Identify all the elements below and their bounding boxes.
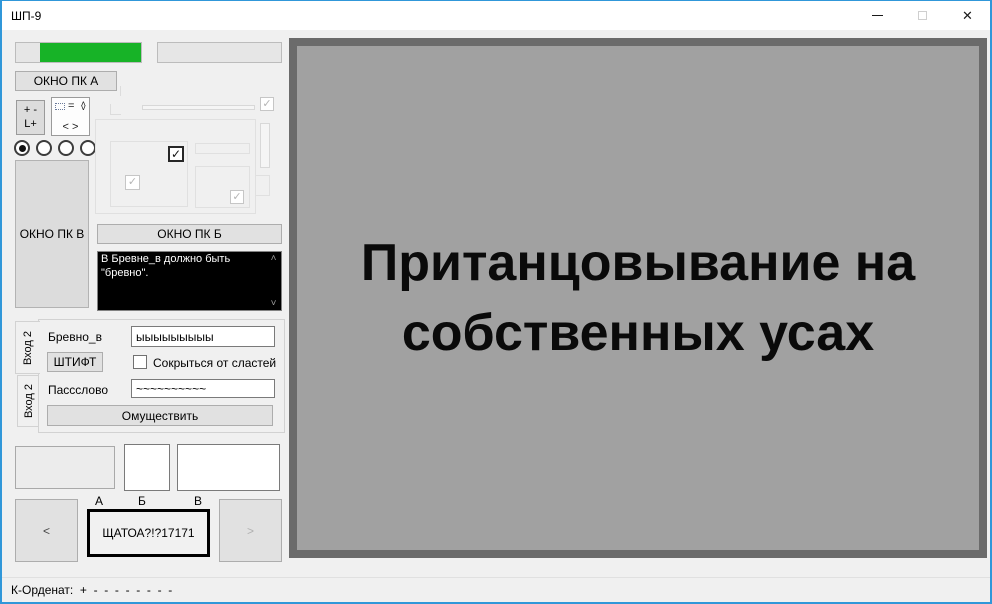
shtift-button[interactable]: ШТИФТ — [47, 352, 103, 372]
dotted-rect-icon — [55, 103, 65, 110]
group-notch — [255, 175, 270, 196]
hide-checkbox-label: Сокрыться от сластей — [153, 356, 276, 370]
window-controls: ✕ — [855, 1, 990, 30]
bottom-white-box-small — [124, 444, 170, 491]
minimize-button[interactable] — [855, 1, 900, 30]
okno-pk-v-panel[interactable]: ОКНО ПК В — [15, 160, 89, 308]
close-icon: ✕ — [962, 9, 973, 22]
progress-bar-empty — [157, 42, 282, 63]
console-text: В Бревне_в должно быть "бревно". — [101, 253, 266, 309]
bottom-gray-box — [15, 446, 115, 489]
status-text: К-Орденат: + - - - - - - - - — [2, 583, 172, 597]
password-input[interactable]: ~~~~~~~~~~ — [131, 379, 275, 398]
app-window: ШП-9 ✕ ОКНО ПК А + - L+ = ˄ ˅ < > — [0, 0, 992, 604]
brevno-input[interactable]: ыыыыыыыыы — [131, 326, 275, 347]
display-panel: Пританцовывание на собственных усах — [289, 38, 987, 558]
check-icon: ✓ — [232, 192, 241, 203]
symbol-tool-button[interactable]: = ˄ ˅ < > — [51, 97, 90, 136]
equals-icon: = — [68, 100, 74, 112]
check-icon: ✓ — [171, 148, 181, 160]
horizontal-trackbar — [142, 105, 255, 110]
brevno-label: Бревно_в — [48, 330, 102, 344]
progress-bar-fill — [40, 43, 141, 62]
maximize-button — [900, 1, 945, 30]
spinner-icon: ˄ ˅ — [81, 102, 86, 111]
status-bar: К-Орденат: + - - - - - - - - — [2, 577, 990, 602]
window-title: ШП-9 — [2, 9, 855, 23]
scroll-up-icon[interactable]: ˄ — [271, 253, 277, 264]
close-button[interactable]: ✕ — [945, 1, 990, 30]
okno-pk-v-label: ОКНО ПК В — [20, 227, 85, 241]
groupbox-line — [120, 86, 121, 96]
marker-b-label: Б — [138, 494, 146, 508]
radio-option-1[interactable] — [14, 140, 30, 156]
plus-minus-line1: + - — [24, 104, 37, 117]
okno-pk-b-button[interactable]: ОКНО ПК Б — [97, 224, 282, 244]
plus-minus-line2: L+ — [24, 118, 37, 131]
radio-option-2[interactable] — [36, 140, 52, 156]
groupbox-corner — [110, 104, 121, 115]
checkbox-disabled-left: ✓ — [125, 175, 140, 190]
angle-brackets-icon: < > — [63, 121, 79, 133]
disabled-field — [195, 143, 250, 154]
radio-option-3[interactable] — [58, 140, 74, 156]
marker-a-label: А — [95, 494, 103, 508]
title-bar: ШП-9 ✕ — [2, 1, 990, 30]
next-button: > — [219, 499, 282, 562]
maximize-icon — [918, 11, 927, 20]
tab-vhod2-top[interactable]: Вход 2 — [15, 321, 40, 374]
shatoa-button[interactable]: ЩАТОА?!?17171 — [87, 509, 210, 557]
message-console: В Бревне_в должно быть "бревно". ˄ ˅ — [97, 251, 282, 311]
check-icon: ✓ — [128, 177, 137, 188]
spin-down-icon: ˅ — [81, 106, 86, 111]
tab-vhod2-bottom[interactable]: Вход 2 — [17, 375, 40, 427]
checkbox-top-right: ✓ — [260, 97, 274, 111]
marker-v-label: В — [194, 494, 202, 508]
console-scrollbar[interactable]: ˄ ˅ — [267, 253, 280, 309]
tab-label: Вход 2 — [22, 330, 34, 364]
radio-option-4[interactable] — [80, 140, 96, 156]
tab-label: Вход 2 — [23, 384, 35, 418]
bottom-white-box-large — [177, 444, 280, 491]
radio-dot — [19, 145, 26, 152]
display-text: Пританцовывание на собственных усах — [308, 228, 968, 368]
password-label: Пассслово — [48, 383, 108, 397]
progress-bar-active — [15, 42, 142, 63]
checkbox-disabled-right: ✓ — [230, 190, 244, 204]
plus-minus-button[interactable]: + - L+ — [16, 100, 45, 135]
minimize-icon — [872, 15, 883, 16]
check-icon: ✓ — [262, 99, 271, 110]
submit-button[interactable]: Омуществить — [47, 405, 273, 426]
vertical-trackbar — [260, 123, 270, 168]
scroll-down-icon[interactable]: ˅ — [271, 298, 277, 309]
okno-pk-a-button[interactable]: ОКНО ПК А — [15, 71, 117, 91]
prev-button[interactable]: < — [15, 499, 78, 562]
checkbox-enabled[interactable]: ✓ — [168, 146, 184, 162]
hide-checkbox[interactable] — [133, 355, 147, 369]
